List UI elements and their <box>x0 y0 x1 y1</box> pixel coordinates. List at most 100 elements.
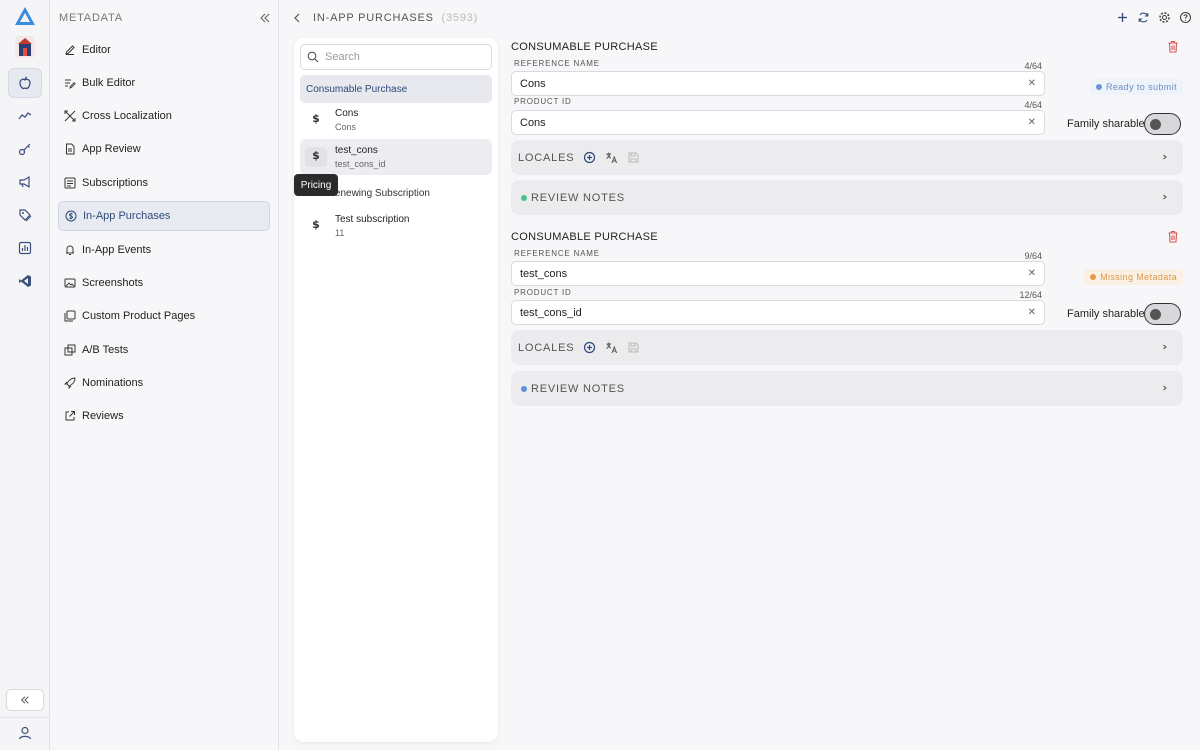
key-icon[interactable] <box>8 134 42 164</box>
sync-button[interactable] <box>1137 11 1150 24</box>
settings-button[interactable] <box>1158 11 1171 24</box>
sidebar-item-ab-tests[interactable]: A/B Tests <box>58 335 270 365</box>
product-id-field[interactable]: test_cons_id ✕ <box>511 300 1045 325</box>
family-sharable-toggle[interactable] <box>1144 303 1181 325</box>
dollar-icon: $ <box>312 112 320 125</box>
product-id-label: PRODUCT ID <box>514 97 572 106</box>
locales-expander[interactable]: LOCALES <box>511 140 1183 175</box>
sidebar-item-bulk-editor[interactable]: Bulk Editor <box>58 68 270 98</box>
user-icon[interactable] <box>17 725 33 741</box>
page-title-text: IN-APP PURCHASES <box>313 12 434 24</box>
sidebar-item-label: Editor <box>82 44 111 56</box>
reports-icon[interactable] <box>8 233 42 263</box>
reference-name-counter: 9/64 <box>1024 251 1042 261</box>
dollar-icon: $ <box>312 218 320 231</box>
sidebar-item-custom-product-pages[interactable]: Custom Product Pages <box>58 301 270 331</box>
metadata-title: METADATA <box>59 12 123 24</box>
review-notes-expander[interactable]: REVIEW NOTES <box>511 371 1183 406</box>
item-product-id: 11 <box>335 228 345 238</box>
toggle-knob <box>1150 119 1161 130</box>
review-notes-expander[interactable]: REVIEW NOTES <box>511 180 1183 215</box>
screenshots-icon <box>64 278 76 288</box>
list-item[interactable]: $ Cons Cons <box>300 102 492 138</box>
chevron-right-icon <box>1161 382 1169 394</box>
reference-name-label: REFERENCE NAME <box>514 59 600 68</box>
product-id-field[interactable]: Cons ✕ <box>511 110 1045 135</box>
analytics-icon[interactable] <box>8 101 42 131</box>
dollar-circle-icon <box>65 210 77 222</box>
collapse-rail-button[interactable] <box>6 689 44 711</box>
clear-icon[interactable]: ✕ <box>1028 78 1036 89</box>
sidebar-item-screenshots[interactable]: Screenshots <box>58 268 270 298</box>
sidebar-item-label: Custom Product Pages <box>82 310 196 322</box>
status-badge: Ready to submit <box>1089 79 1183 95</box>
help-button[interactable] <box>1179 11 1192 24</box>
back-button[interactable] <box>292 12 302 24</box>
list-item[interactable]: $ Test subscription 11 <box>300 208 492 244</box>
bulk-edit-icon <box>65 79 76 89</box>
sidebar-item-app-review[interactable]: App Review <box>58 134 270 164</box>
document-icon <box>66 143 75 155</box>
app-icon[interactable] <box>15 36 35 58</box>
group-label: Consumable Purchase <box>306 83 408 95</box>
sidebar-item-label: Reviews <box>82 410 124 422</box>
double-chevron-left-icon <box>260 13 270 23</box>
metadata-sidebar: METADATA Editor Bulk Editor Cross Locali… <box>50 0 279 750</box>
search-input[interactable] <box>325 51 475 63</box>
sidebar-item-subscriptions[interactable]: Subscriptions <box>58 168 270 198</box>
icon-rail <box>0 0 50 750</box>
apple-icon[interactable] <box>8 68 42 98</box>
dollar-icon: $ <box>312 149 320 162</box>
app-logo-icon[interactable] <box>14 6 36 26</box>
clear-icon[interactable]: ✕ <box>1028 117 1036 128</box>
sidebar-item-label: Screenshots <box>82 277 144 289</box>
delete-button[interactable] <box>1167 230 1179 243</box>
clear-icon[interactable]: ✕ <box>1028 307 1036 318</box>
reference-name-value: Cons <box>520 77 546 90</box>
calendar-icon <box>66 245 74 255</box>
reference-name-field[interactable]: Cons ✕ <box>511 71 1045 96</box>
add-locale-icon[interactable] <box>583 151 596 164</box>
add-button[interactable] <box>1116 11 1129 24</box>
toggle-knob <box>1150 309 1161 320</box>
item-count: (3593) <box>441 12 479 24</box>
add-locale-icon[interactable] <box>583 341 596 354</box>
vscode-icon[interactable] <box>8 266 42 296</box>
translate-icon[interactable] <box>605 151 618 164</box>
locales-expander[interactable]: LOCALES <box>511 330 1183 365</box>
item-name: Test subscription <box>335 214 410 225</box>
delete-button[interactable] <box>1167 40 1179 53</box>
save-icon[interactable] <box>627 151 640 164</box>
rail-divider <box>0 717 50 718</box>
group-consumable-purchase[interactable]: Consumable Purchase <box>300 75 492 103</box>
sidebar-item-in-app-purchases[interactable]: In-App Purchases <box>58 201 270 231</box>
chevron-right-icon <box>1161 151 1169 163</box>
product-id-counter: 12/64 <box>1019 290 1042 300</box>
item-product-id: Cons <box>335 122 357 132</box>
review-notes-dot-icon <box>521 194 527 201</box>
item-name: Cons <box>335 108 359 119</box>
list-item[interactable]: $ test_cons test_cons_id <box>300 139 492 175</box>
sidebar-item-label: Bulk Editor <box>82 77 136 89</box>
translate-icon[interactable] <box>605 341 618 354</box>
sidebar-item-in-app-events[interactable]: In-App Events <box>58 235 270 265</box>
sidebar-item-nominations[interactable]: Nominations <box>58 368 270 398</box>
reference-name-field[interactable]: test_cons ✕ <box>511 261 1045 286</box>
reference-name-label: REFERENCE NAME <box>514 249 600 258</box>
header-actions <box>1116 11 1192 24</box>
section-title: CONSUMABLE PURCHASE <box>511 231 658 243</box>
item-name: test_cons <box>335 145 378 156</box>
pages-icon <box>64 310 76 322</box>
family-sharable-toggle[interactable] <box>1144 113 1181 135</box>
review-notes-label: REVIEW NOTES <box>531 191 625 204</box>
clear-icon[interactable]: ✕ <box>1028 268 1036 279</box>
sidebar-item-label: A/B Tests <box>82 344 129 356</box>
sidebar-item-editor[interactable]: Editor <box>58 35 270 65</box>
tags-icon[interactable] <box>8 200 42 230</box>
collapse-sidebar-button[interactable] <box>259 12 271 24</box>
megaphone-icon[interactable] <box>8 167 42 197</box>
search-box[interactable] <box>300 44 492 70</box>
sidebar-item-reviews[interactable]: Reviews <box>58 401 270 431</box>
sidebar-item-cross-localization[interactable]: Cross Localization <box>58 101 270 131</box>
save-icon[interactable] <box>627 341 640 354</box>
